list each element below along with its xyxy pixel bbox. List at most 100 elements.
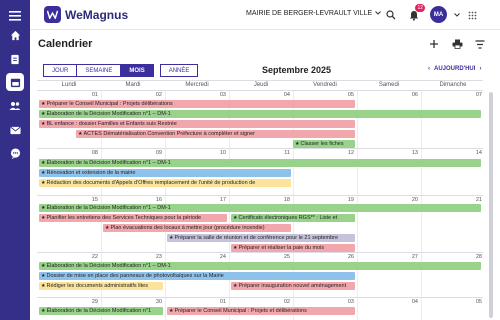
day-number[interactable]: 01 xyxy=(206,299,226,305)
star-icon: ★ xyxy=(41,101,46,107)
calendar-event[interactable]: ★Élaboration de la Décision Modification… xyxy=(39,204,481,212)
scrollbar-thumb[interactable] xyxy=(489,92,493,318)
star-icon: ★ xyxy=(41,180,46,186)
scrollbar[interactable] xyxy=(488,88,494,318)
day-number[interactable]: 11 xyxy=(270,150,290,156)
day-number[interactable]: 18 xyxy=(270,197,290,203)
star-icon: ★ xyxy=(233,283,238,289)
notifications-button[interactable]: 12 xyxy=(406,4,425,23)
day-number[interactable]: 13 xyxy=(398,150,418,156)
day-number[interactable]: 29 xyxy=(78,299,98,305)
star-icon: ★ xyxy=(41,308,46,314)
calendar-event[interactable]: ★Élaboration de la Décision Modification… xyxy=(39,110,481,118)
calendar-event[interactable]: ★Certificats électroniques RGS** : Liste… xyxy=(231,214,355,222)
next-month-button[interactable]: › xyxy=(479,66,481,72)
calendar-event[interactable]: ★Élaboration de la Décision Modification… xyxy=(39,159,481,167)
day-number[interactable]: 24 xyxy=(206,254,226,260)
day-number[interactable]: 09 xyxy=(142,150,162,156)
print-button[interactable] xyxy=(447,34,467,54)
day-number[interactable]: 27 xyxy=(398,254,418,260)
calendar-event[interactable]: ★Rénovation et extension de la mairie xyxy=(39,169,291,177)
calendar-event[interactable]: ★Élaboration de la Décision Modification… xyxy=(39,262,481,270)
logo-icon xyxy=(44,6,61,23)
print-icon xyxy=(452,39,462,49)
calendar-event[interactable]: ★Préparer et réaliser la paie du mois xyxy=(231,244,355,252)
calendar-icon[interactable] xyxy=(6,73,24,91)
chevron-down-icon[interactable] xyxy=(449,7,465,23)
app-name: WeMagnus xyxy=(65,7,129,22)
star-icon: ★ xyxy=(41,283,46,289)
view-day-button[interactable]: JOUR xyxy=(43,64,78,77)
app-frame: WeMagnus MAIRIE DE BERGER-LEVRAULT VILLE… xyxy=(0,0,500,320)
star-icon: ★ xyxy=(169,235,174,241)
day-number[interactable]: 08 xyxy=(78,150,98,156)
day-number[interactable]: 05 xyxy=(462,299,482,305)
week-divider xyxy=(37,90,483,91)
day-number[interactable]: 14 xyxy=(462,150,482,156)
calendar-event[interactable]: ★Rédaction des documents d'Appels d'Offr… xyxy=(39,179,291,187)
today-button[interactable]: AUJOURD'HUI xyxy=(434,66,475,72)
calendar-event[interactable]: ★Planifier les entretiens des Services T… xyxy=(39,214,227,222)
users-icon[interactable] xyxy=(6,97,24,115)
day-number[interactable]: 03 xyxy=(206,92,226,98)
mail-icon[interactable] xyxy=(6,121,24,139)
day-number[interactable]: 06 xyxy=(398,92,418,98)
day-number[interactable]: 30 xyxy=(142,299,162,305)
search-icon[interactable] xyxy=(383,7,399,23)
filter-button[interactable] xyxy=(470,34,490,54)
day-number[interactable]: 20 xyxy=(398,197,418,203)
view-week-button[interactable]: SEMAINE xyxy=(76,64,122,77)
star-icon: ★ xyxy=(233,245,238,251)
day-number[interactable]: 03 xyxy=(334,299,354,305)
week-divider xyxy=(37,148,483,149)
org-selector[interactable]: MAIRIE DE BERGER-LEVRAULT VILLE xyxy=(246,10,382,17)
calendar-event[interactable]: ★ACTES Dématérialisation Convention Préf… xyxy=(76,130,355,138)
calendar-event[interactable]: ★Rédiger les documents administratifs li… xyxy=(39,282,163,290)
day-number[interactable]: 02 xyxy=(270,299,290,305)
day-number[interactable]: 26 xyxy=(334,254,354,260)
avatar[interactable]: MA xyxy=(430,6,447,23)
day-number[interactable]: 22 xyxy=(78,254,98,260)
calendar-event[interactable]: ★Préparer inauguration nouvel aménagemen… xyxy=(231,282,355,290)
day-number[interactable]: 10 xyxy=(206,150,226,156)
calendar-event[interactable]: ★Plan évacuations des locaux à mettre jo… xyxy=(103,224,291,232)
day-number[interactable]: 05 xyxy=(334,92,354,98)
calendar-event[interactable]: ★Classer les fiches xyxy=(293,140,355,148)
view-month-button[interactable]: MOIS xyxy=(120,64,154,77)
week-divider xyxy=(37,195,483,196)
calendar-event[interactable]: ★Préparer le Conseil Municipal : Projets… xyxy=(167,307,355,315)
day-number[interactable]: 21 xyxy=(462,197,482,203)
prev-month-button[interactable]: ‹ xyxy=(428,66,430,72)
day-number[interactable]: 07 xyxy=(462,92,482,98)
day-number[interactable]: 15 xyxy=(78,197,98,203)
home-icon[interactable] xyxy=(6,26,24,44)
calendar-event[interactable]: ★BL enfance : dossier Familles et Enfant… xyxy=(39,120,355,128)
day-number[interactable]: 17 xyxy=(206,197,226,203)
calendar-event[interactable]: ★Préparer le Conseil Municipal : Projets… xyxy=(39,100,355,108)
day-number[interactable]: 16 xyxy=(142,197,162,203)
weekday-header: Mercredi xyxy=(185,82,209,88)
star-icon: ★ xyxy=(41,205,46,211)
day-number[interactable]: 28 xyxy=(462,254,482,260)
day-number[interactable]: 02 xyxy=(142,92,162,98)
chat-icon[interactable] xyxy=(6,144,24,162)
apps-grid-icon[interactable] xyxy=(464,7,480,23)
calendar-event[interactable]: ★Préparer la salle de réunion et de conf… xyxy=(167,234,355,242)
day-number[interactable]: 04 xyxy=(398,299,418,305)
star-icon: ★ xyxy=(41,121,46,127)
menu-icon[interactable] xyxy=(6,7,24,25)
add-button[interactable] xyxy=(424,34,444,54)
logo[interactable]: WeMagnus xyxy=(44,6,128,23)
star-icon: ★ xyxy=(41,111,46,117)
documents-icon[interactable] xyxy=(6,50,24,68)
day-number[interactable]: 23 xyxy=(142,254,162,260)
day-number[interactable]: 04 xyxy=(270,92,290,98)
calendar-event[interactable]: ★Élaboration de la Décision Modification… xyxy=(39,307,163,315)
day-number[interactable]: 12 xyxy=(334,150,354,156)
view-year-button[interactable]: ANNÉE xyxy=(159,64,199,77)
star-icon: ★ xyxy=(105,225,110,231)
day-number[interactable]: 01 xyxy=(78,92,98,98)
day-number[interactable]: 19 xyxy=(334,197,354,203)
calendar-event[interactable]: ★Dossier de mise en place des panneaux d… xyxy=(39,272,355,280)
day-number[interactable]: 25 xyxy=(270,254,290,260)
